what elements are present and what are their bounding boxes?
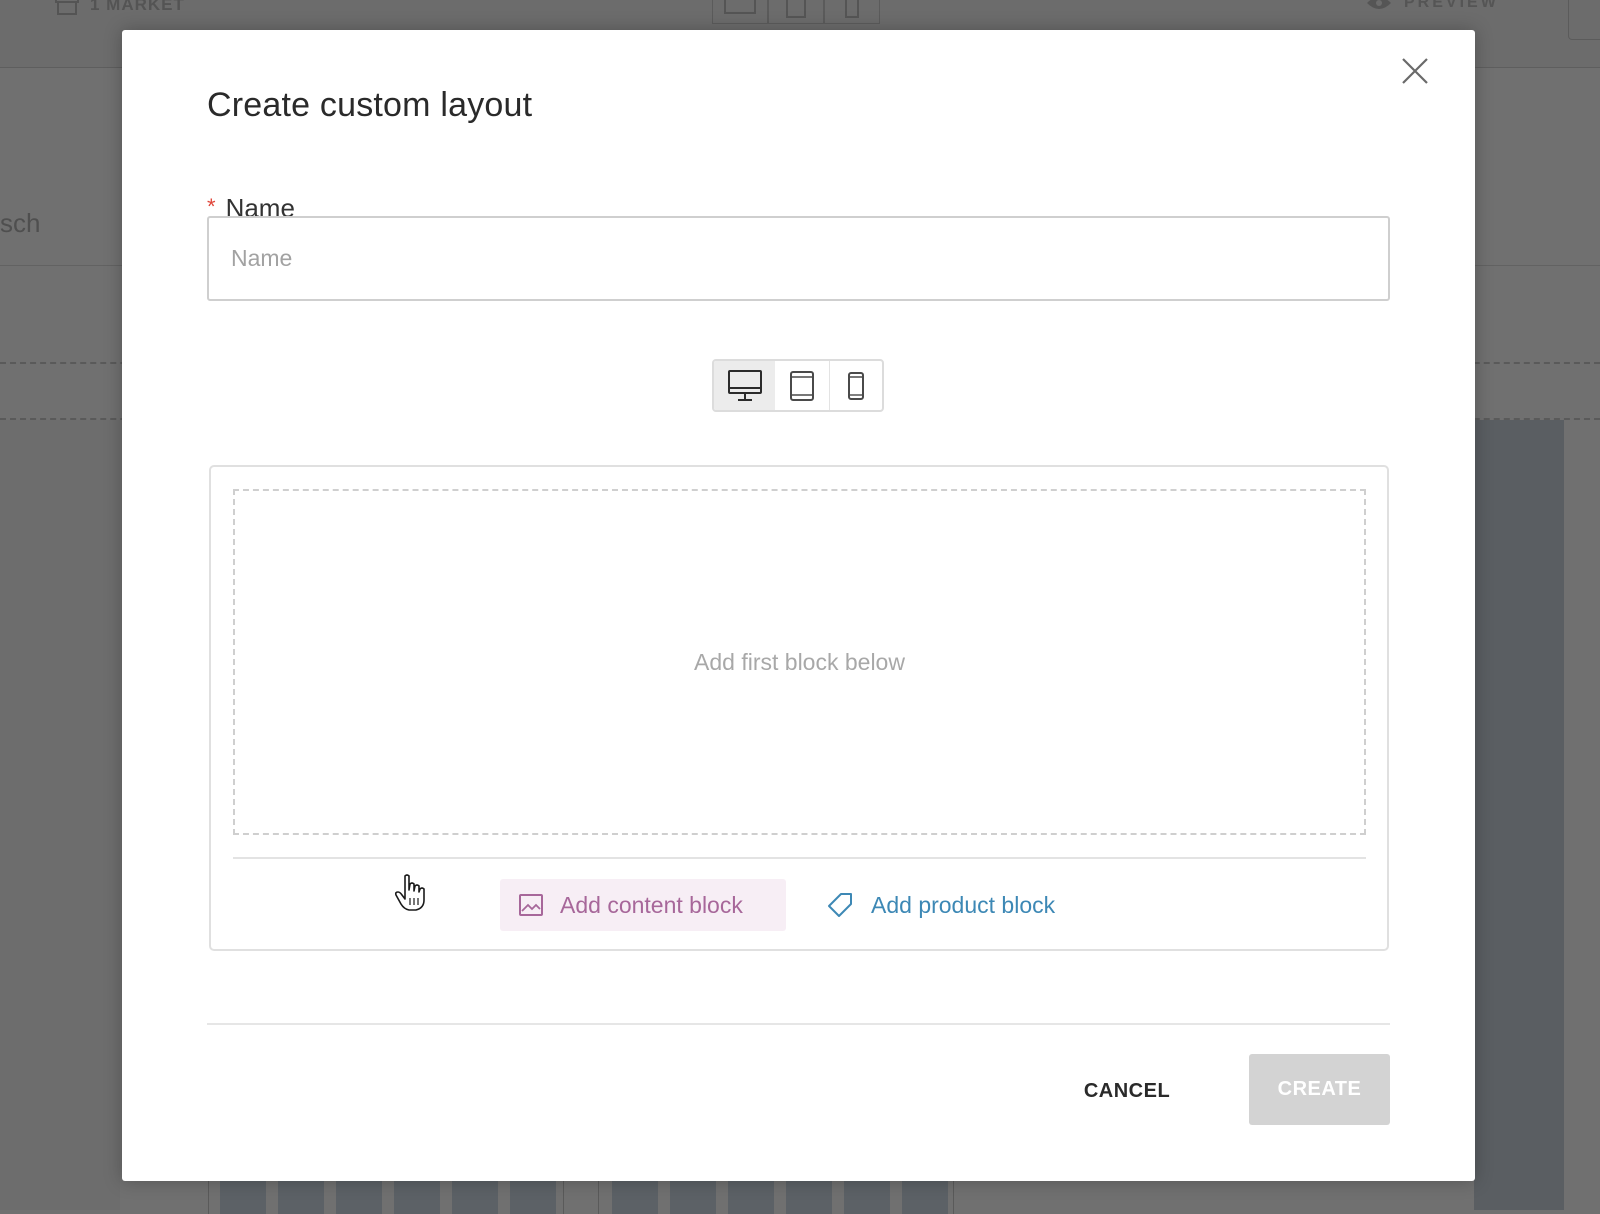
tablet-icon (789, 370, 814, 401)
tag-icon (828, 893, 852, 917)
add-content-block-label: Add content block (560, 891, 743, 918)
mobile-view-button[interactable] (828, 361, 882, 410)
preview-link: PREVIEW (1366, 0, 1499, 12)
bg-desktop-icon (712, 0, 768, 24)
mobile-icon (847, 371, 864, 400)
eye-icon (1367, 0, 1391, 9)
device-toggle (712, 359, 884, 412)
canvas-divider (233, 857, 1366, 859)
bg-mobile-icon (824, 0, 880, 24)
bg-right-button (1568, 0, 1600, 40)
bg-grid-row (220, 1180, 556, 1214)
layout-canvas: Add first block below Add content block … (209, 465, 1389, 951)
add-product-block-label: Add product block (871, 891, 1056, 918)
tablet-view-button[interactable] (775, 361, 828, 410)
market-selector: 1 MARKET (54, 0, 185, 16)
bg-left-panel (0, 420, 120, 1210)
bg-tablet-icon (768, 0, 824, 24)
modal-title: Create custom layout (207, 86, 533, 124)
store-icon (55, 0, 79, 15)
dropzone-empty-text: Add first block below (694, 648, 905, 675)
bg-search-fragment: sch (0, 208, 41, 238)
market-label: 1 MARKET (90, 0, 185, 14)
close-button[interactable] (1400, 56, 1430, 86)
create-button[interactable]: CREATE (1249, 1054, 1390, 1125)
bg-right-panel (1474, 420, 1564, 1210)
cancel-button[interactable]: CANCEL (1072, 1061, 1182, 1121)
footer-divider (207, 1023, 1390, 1025)
close-icon (1402, 58, 1428, 84)
desktop-view-button[interactable] (714, 361, 776, 410)
name-input[interactable] (207, 216, 1390, 301)
bg-grid-row (612, 1180, 948, 1214)
preview-label: PREVIEW (1404, 0, 1499, 11)
image-icon (519, 894, 543, 916)
block-dropzone[interactable]: Add first block below (233, 489, 1366, 835)
desktop-icon (727, 369, 762, 401)
create-layout-modal: Create custom layout * Name Name Add fir… (122, 30, 1475, 1181)
bg-device-toggle (712, 0, 880, 24)
add-product-block-button[interactable]: Add product block (823, 879, 1055, 931)
add-content-block-button[interactable]: Add content block (500, 879, 786, 931)
